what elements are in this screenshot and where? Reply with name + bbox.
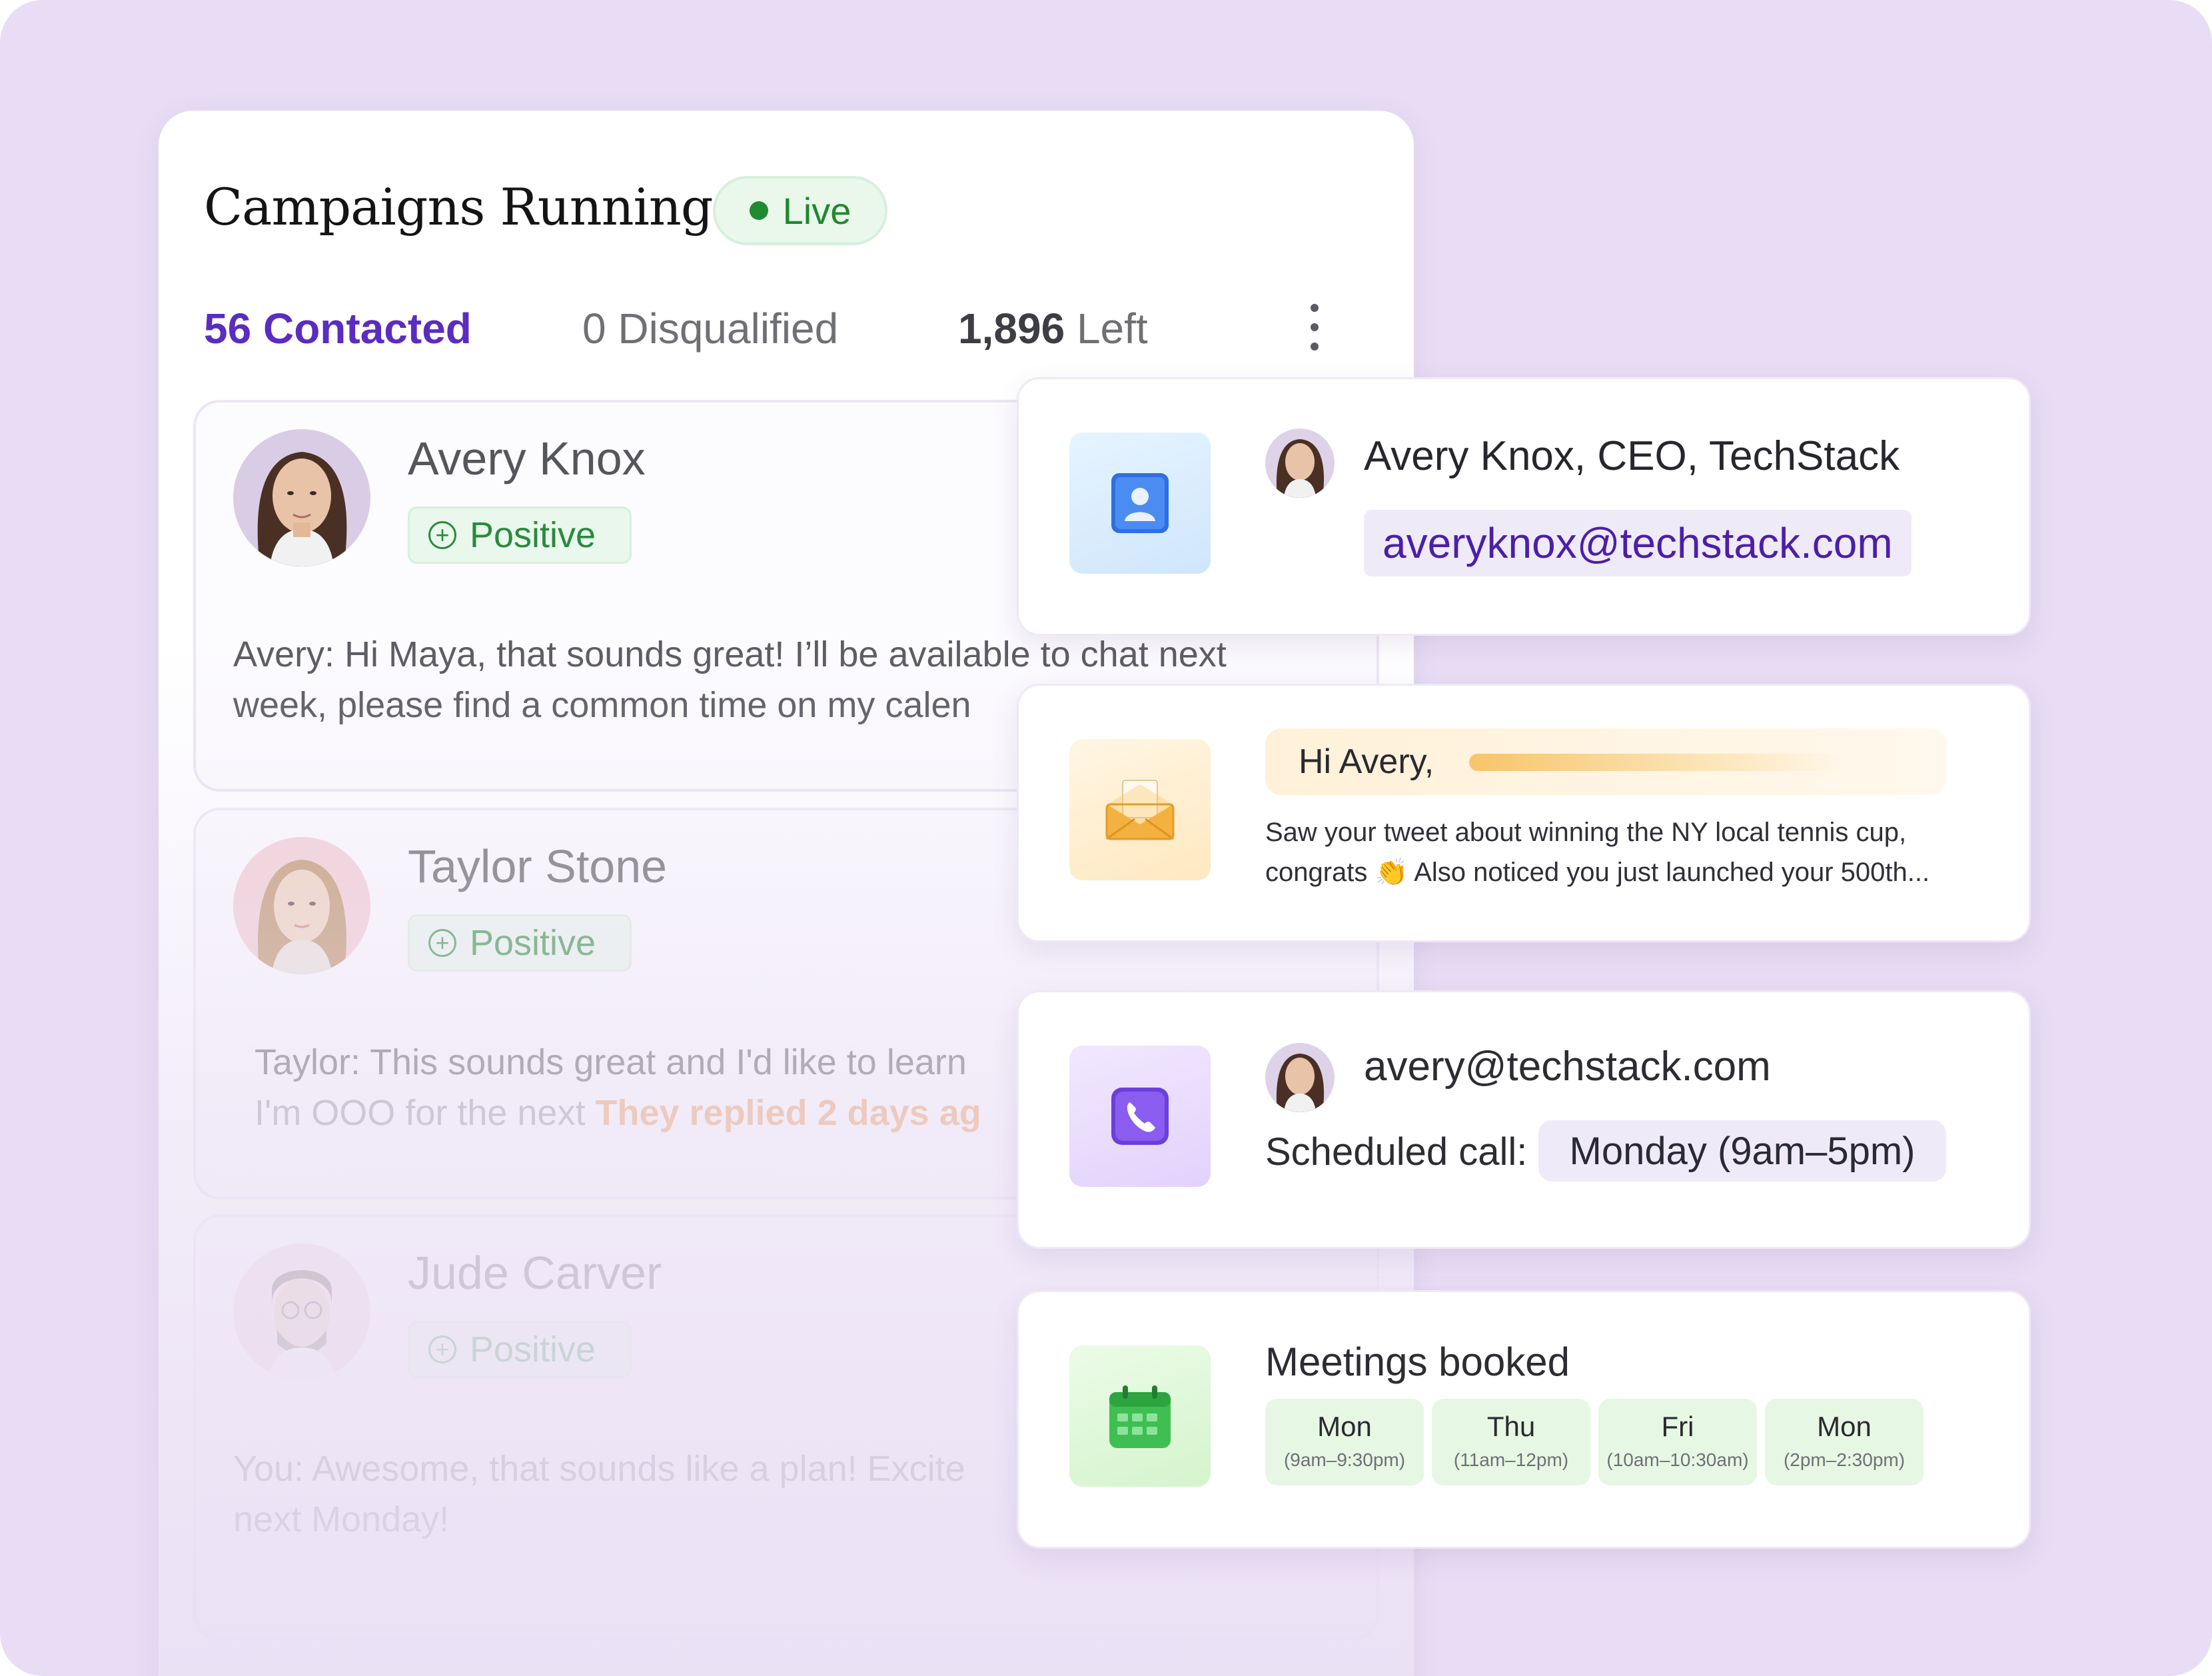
- stat-disqualified[interactable]: 0 Disqualified: [582, 304, 838, 353]
- email-snippet: Saw your tweet about winning the NY loca…: [1265, 812, 2018, 892]
- slot-day: Fri: [1661, 1411, 1694, 1442]
- left-label: Left: [1076, 305, 1148, 353]
- meeting-slot[interactable]: Fri (10am–10:30am): [1598, 1399, 1757, 1485]
- slot-time: (2pm–2:30pm): [1783, 1449, 1906, 1470]
- positive-status-badge: + Positive: [408, 914, 632, 972]
- contact-name-title: Avery Knox, CEO, TechStack: [1364, 433, 1900, 479]
- calendar-icon: [1069, 1345, 1211, 1487]
- meetings-card[interactable]: Meetings booked Mon (9am–9:30pm) Thu (11…: [1017, 1290, 2031, 1549]
- slot-day: Mon: [1317, 1411, 1372, 1442]
- avatar: [1265, 1043, 1335, 1112]
- slot-time: (10am–10:30am): [1606, 1449, 1749, 1470]
- avatar: [233, 837, 370, 974]
- stat-left[interactable]: 1,896 Left: [958, 304, 1148, 353]
- positive-status-badge: + Positive: [408, 1321, 632, 1378]
- lead-name: Avery Knox: [408, 432, 646, 484]
- email-subject-bar: Hi Avery,: [1265, 728, 1946, 795]
- avatar: [233, 429, 370, 566]
- meeting-slot[interactable]: Thu (11am–12pm): [1432, 1399, 1590, 1485]
- snippet-line: congrats 👏 Also noticed you just launche…: [1265, 858, 1930, 887]
- message-line: I'm OOO for the next: [255, 1093, 586, 1133]
- left-count: 1,896: [958, 305, 1065, 353]
- meeting-slot[interactable]: Mon (9am–9:30pm): [1265, 1399, 1424, 1485]
- contact-card[interactable]: Avery Knox, CEO, TechStack averyknox@tec…: [1017, 377, 2031, 636]
- plus-circle-icon: +: [428, 1335, 456, 1363]
- positive-status-badge: + Positive: [408, 506, 632, 564]
- call-email: avery@techstack.com: [1364, 1044, 1771, 1090]
- page-title: Campaigns Running: [204, 177, 714, 237]
- avatar: [1265, 428, 1335, 498]
- slot-day: Thu: [1486, 1411, 1536, 1442]
- contacted-count: 56: [204, 305, 252, 353]
- slot-day: Mon: [1817, 1411, 1872, 1442]
- app-background: Campaigns Running Live 56 Contacted 0 Di…: [0, 0, 2212, 1676]
- status-label: Positive: [470, 923, 596, 963]
- contacted-label: Contacted: [263, 305, 472, 353]
- live-dot-icon: [749, 201, 768, 220]
- live-status-badge: Live: [713, 176, 887, 245]
- contact-book-icon: [1069, 432, 1211, 574]
- envelope-icon: [1069, 739, 1211, 880]
- lead-name: Jude Carver: [408, 1247, 662, 1299]
- avatar: [233, 1244, 370, 1381]
- typing-progress-line: [1469, 754, 1842, 771]
- email-card[interactable]: Hi Avery, Saw your tweet about winning t…: [1017, 684, 2031, 942]
- email-greeting: Hi Avery,: [1299, 742, 1434, 781]
- status-label: Positive: [470, 515, 596, 555]
- message-line: Avery: Hi Maya, that sounds great! I’ll …: [233, 634, 1227, 674]
- stat-contacted[interactable]: 56 Contacted: [204, 304, 472, 353]
- disqualified-label: Disqualified: [618, 305, 839, 353]
- phone-icon: [1069, 1046, 1211, 1187]
- slot-time: (9am–9:30pm): [1283, 1449, 1406, 1470]
- replied-timestamp: They replied 2 days ag: [595, 1093, 981, 1133]
- scheduled-call-value[interactable]: Monday (9am–5pm): [1538, 1120, 1946, 1182]
- meetings-title: Meetings booked: [1265, 1339, 1570, 1384]
- scheduled-call-label: Scheduled call:: [1265, 1130, 1528, 1174]
- call-card[interactable]: avery@techstack.com Scheduled call: Mond…: [1017, 990, 2031, 1249]
- slot-time: (11am–12pm): [1453, 1449, 1569, 1470]
- more-vertical-icon[interactable]: [1305, 304, 1325, 351]
- plus-circle-icon: +: [428, 929, 456, 957]
- snippet-line: Saw your tweet about winning the NY loca…: [1265, 818, 1907, 847]
- lead-name: Taylor Stone: [408, 840, 668, 892]
- live-label: Live: [782, 189, 851, 232]
- plus-circle-icon: +: [428, 521, 456, 549]
- status-label: Positive: [470, 1329, 596, 1369]
- meeting-slot[interactable]: Mon (2pm–2:30pm): [1765, 1399, 1924, 1485]
- disqualified-count: 0: [582, 305, 606, 353]
- contact-email[interactable]: averyknox@techstack.com: [1364, 510, 1912, 576]
